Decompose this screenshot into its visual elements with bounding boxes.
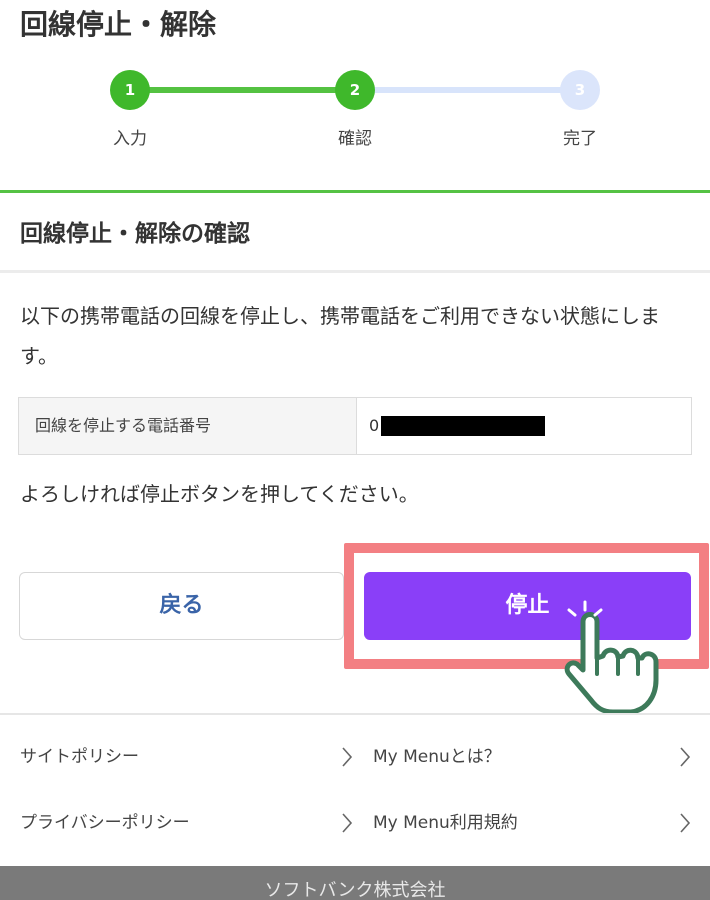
page: 回線停止・解除 1 入力 2 確認 3 完了 回線停止・解除の確認 以下の携帯電… [0, 0, 710, 900]
phone-number-table: 回線を停止する電話番号 0 [18, 397, 692, 455]
chevron-right-icon [680, 813, 691, 833]
redaction-bar [381, 416, 545, 436]
progress-stepper: 1 入力 2 確認 3 完了 [0, 60, 710, 160]
footer-links: サイトポリシー My Menuとは？ プライバシーポリシー My Menu利用規… [0, 725, 710, 855]
footer-link-label: サイトポリシー [20, 747, 139, 767]
footer-link-site-policy[interactable]: サイトポリシー [20, 727, 353, 787]
chevron-right-icon [342, 747, 353, 767]
chevron-right-icon [342, 813, 353, 833]
chevron-right-icon [680, 747, 691, 767]
footer-link-mymenu-about[interactable]: My Menuとは？ [373, 727, 693, 787]
footer-link-mymenu-terms[interactable]: My Menu利用規約 [373, 793, 693, 853]
divider-footer [0, 713, 710, 715]
divider-green [0, 190, 710, 193]
divider-section [0, 270, 710, 273]
step-3: 3 完了 [520, 70, 640, 150]
description-text: 以下の携帯電話の回線を停止し、携帯電話をご利用できない状態にします。 [20, 304, 660, 368]
confirm-instruction: よろしければ停止ボタンを押してください。 [20, 482, 419, 506]
footer-company: ソフトバンク株式会社 [0, 866, 710, 900]
footer-link-privacy-policy[interactable]: プライバシーポリシー [20, 793, 353, 853]
step-2-label: 確認 [338, 129, 372, 149]
footer-link-label: プライバシーポリシー [20, 813, 190, 833]
footer-link-label: My Menu利用規約 [373, 813, 518, 833]
back-button[interactable]: 戻る [19, 572, 344, 640]
step-1: 1 入力 [70, 70, 190, 150]
step-1-number: 1 [110, 70, 150, 110]
step-3-label: 完了 [563, 129, 597, 149]
step-2: 2 確認 [295, 70, 415, 150]
step-1-label: 入力 [113, 129, 147, 149]
step-3-number: 3 [560, 70, 600, 110]
footer-link-label: My Menuとは？ [373, 747, 501, 767]
phone-number-value: 0 [357, 398, 691, 454]
phone-number-prefix: 0 [369, 416, 380, 435]
page-title: 回線停止・解除 [20, 8, 217, 41]
phone-number-label: 回線を停止する電話番号 [19, 398, 357, 454]
step-2-number: 2 [335, 70, 375, 110]
hand-pointer-icon [564, 600, 659, 715]
section-title: 回線停止・解除の確認 [20, 221, 250, 247]
